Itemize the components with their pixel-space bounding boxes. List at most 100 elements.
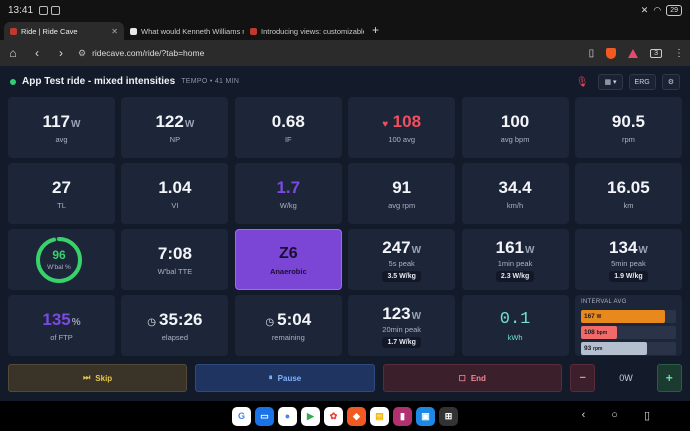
browser-tab[interactable]: Ride | Ride Cave ✕ [4,22,124,40]
metric-unit: W [70,118,81,130]
pause-button[interactable]: ⏸ Pause [195,364,375,392]
favicon-icon [10,27,17,35]
metric-value: 16.05 [607,177,650,197]
metric-label: IF [284,134,292,144]
notification-icon [51,5,61,15]
metric-unit: % [71,316,81,328]
metric-value: 247 [382,237,411,257]
app-icon[interactable]: ▣ [416,406,435,426]
assistant-app-icon[interactable]: ● [278,406,297,426]
photos-app-icon[interactable]: ✿ [324,406,343,426]
metric-peak-5s: 247W 5s peak 3.5 W/kg [348,229,456,290]
metric-label: km/h [506,200,524,210]
menu-icon[interactable]: ⋮ [674,48,684,59]
metric-speed: 34.4 km/h [461,163,569,224]
metric-label: W/kg [279,200,297,210]
browser-tab[interactable]: Introducing views: customizable ✕ [244,22,364,40]
end-button[interactable]: ☐ End [382,364,562,392]
metric-vi: 1.04 VI [121,163,229,224]
metric-avg-power: 117W avg [8,97,115,158]
messages-app-icon[interactable]: ▭ [255,406,274,426]
browser-tab[interactable]: What would Kenneth Williams m ✕ [124,22,244,40]
close-icon[interactable]: ✕ [111,27,118,36]
heart-icon: ♥ [382,118,389,130]
increase-button[interactable]: + [656,364,683,392]
metric-value: 35:26 [159,309,203,329]
metric-rpm: 90.5 rpm [574,97,682,158]
status-bar: 13:41 ✕ ◠ 29 [0,0,690,20]
layout-select[interactable]: ▦ ▾ [598,74,623,90]
recents-nav-icon[interactable]: ▯ [644,409,650,422]
interval-avg-panel: INTERVAL AVG 167 W 108 bpm 93 rpm [574,295,682,356]
pause-icon: ⏸ [268,373,273,382]
forward-icon[interactable]: › [54,46,68,60]
microphone-icon[interactable]: 🎙 [576,77,589,88]
metric-value: 161 [495,237,525,257]
home-icon[interactable]: ⌂ [6,46,20,60]
metric-label: 5s peak [388,258,415,268]
news-app-icon[interactable]: ▤ [370,406,389,426]
skip-button[interactable]: ⏭ Skip [8,364,188,392]
metric-wkg: 1.7 W/kg [234,163,342,224]
metric-label: W'bal TTE [157,266,193,276]
metric-avg-rpm: 91 avg rpm [348,163,456,224]
metric-label: of FTP [50,332,73,342]
back-nav-icon[interactable]: ‹ [582,409,586,422]
tab-switcher-button[interactable]: 3 [650,48,662,58]
metric-label: VI [171,200,179,210]
tab-title: Introducing views: customizable [261,26,364,36]
clock: 13:41 [8,4,34,16]
battery-indicator: 29 [666,4,682,16]
metric-value: 0.68 [271,111,305,131]
metric-if: 0.68 IF [234,97,342,158]
favicon-icon [250,27,257,35]
ride-subtitle: TEMPO • 41 MIN [181,78,240,85]
wkg-badge: 1.9 W/kg [609,270,648,282]
bar-fill: 93 rpm [580,342,648,355]
bar-fill: 167 W [580,310,665,323]
mute-icon: ✕ [640,4,649,15]
metric-unit: W [411,244,422,256]
ride-title: App Test ride - mixed intensities [22,76,176,87]
metric-peak-5min: 134W 5min peak 1.9 W/kg [574,229,682,290]
metric-value: 100 [500,111,530,131]
decrease-button[interactable]: − [569,364,596,392]
metric-value: 1.04 [158,177,192,197]
back-icon[interactable]: ‹ [30,46,44,60]
play-store-icon[interactable]: ▶ [301,406,320,426]
brave-app-icon[interactable]: ◆ [347,406,366,426]
metric-label: Anaerobic [269,266,307,276]
all-apps-icon[interactable]: ⊞ [439,406,458,426]
settings-gear-icon[interactable]: ⚙ [661,74,680,90]
home-nav-icon[interactable]: ○ [611,409,618,422]
metric-remaining: ◷ 5:04 remaining [234,295,342,356]
metric-value: 135 [42,309,71,329]
clock-icon: ◷ [265,316,275,328]
metric-wbal: 96 W'bal % [8,229,115,290]
metric-zone: Z6 Anaerobic [234,229,342,290]
metric-label: avg rpm [388,200,416,210]
brave-rewards-icon[interactable] [628,48,639,58]
interval-bar-cadence: 93 rpm [580,342,676,355]
metric-value: 90.5 [611,111,645,131]
metric-value: 7:08 [157,243,192,263]
interval-avg-title: INTERVAL AVG [580,299,627,305]
new-tab-button[interactable]: + [364,22,387,40]
app-icon[interactable]: ▮ [393,406,412,426]
metric-label: NP [169,134,181,144]
metric-value: 117 [42,111,70,131]
address-bar[interactable]: ⚙ ridecave.com/ride/?tab=home [78,44,579,62]
share-icon[interactable]: ▯ [589,48,595,59]
site-settings-icon[interactable]: ⚙ [78,48,86,59]
metric-value: 34.4 [498,177,532,197]
metric-label: avg bpm [500,134,530,144]
browser-toolbar: ⌂ ‹ › ⚙ ridecave.com/ride/?tab=home ▯ 3 … [0,40,690,66]
erg-button[interactable]: ERG [628,74,656,90]
metric-value: 0.1 [499,309,531,329]
metric-peak-1min: 161W 1min peak 2.3 W/kg [461,229,569,290]
google-app-icon[interactable]: G [232,406,251,426]
brave-shields-icon[interactable] [606,47,617,59]
metric-avg-bpm: 100 avg bpm [461,97,569,158]
metric-unit: W [411,310,422,322]
metric-label: kWh [507,332,523,342]
